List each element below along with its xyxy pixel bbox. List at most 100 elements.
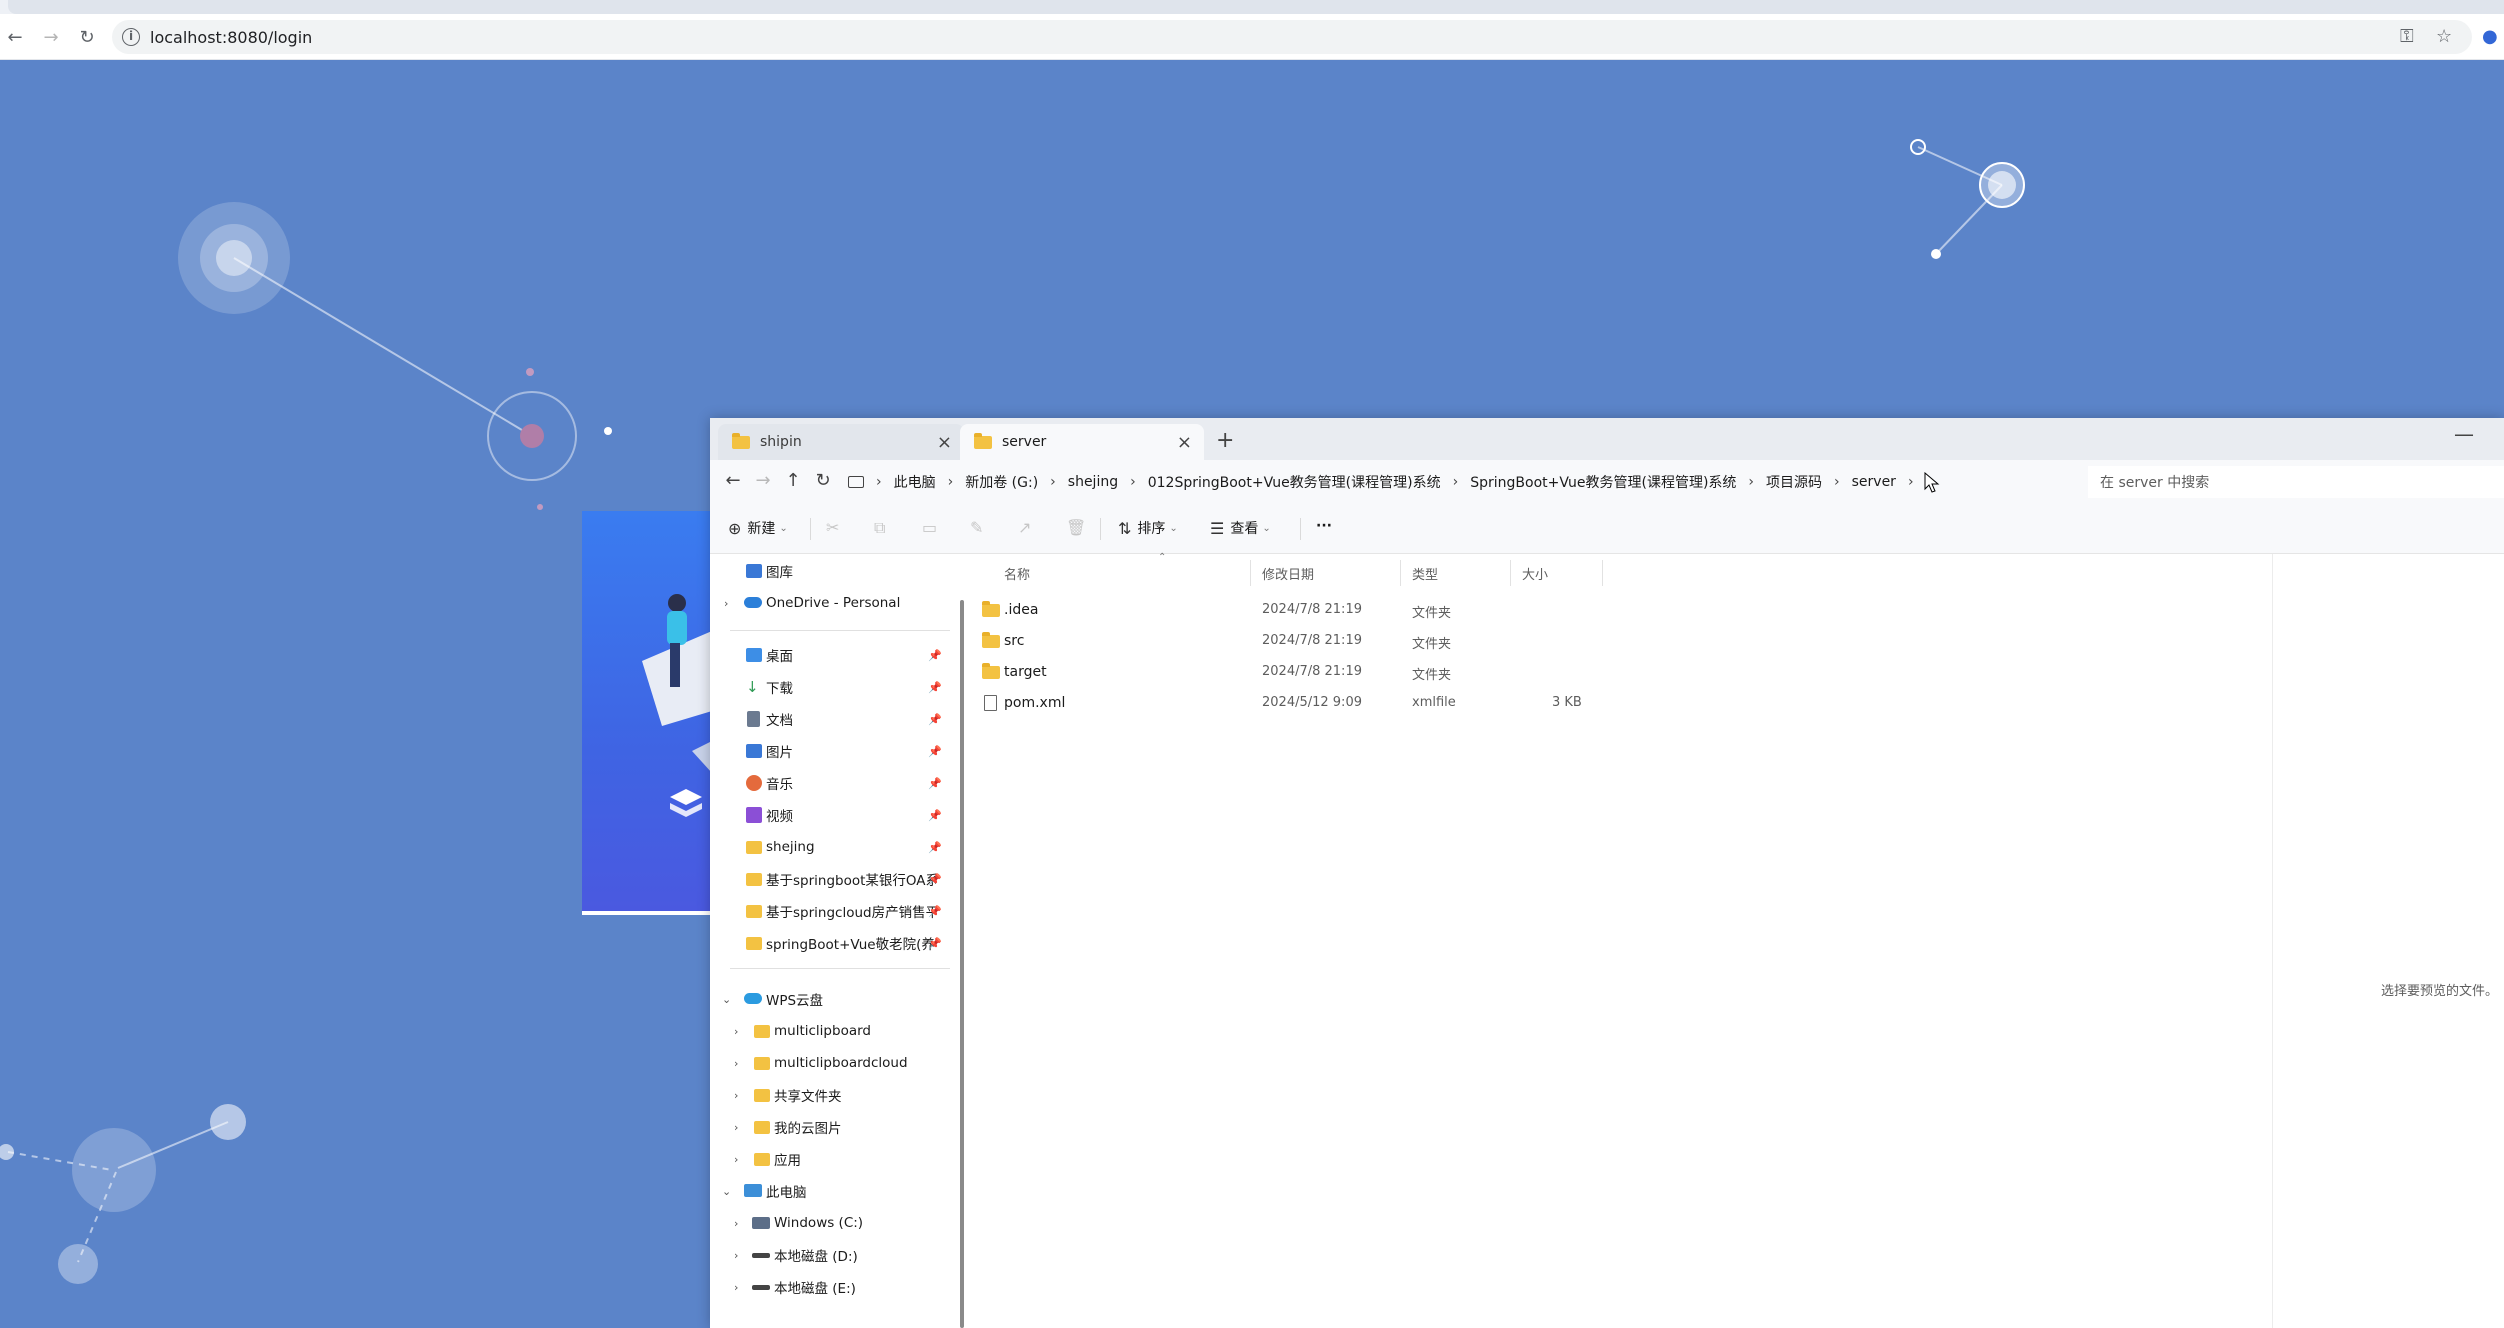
chevron-right-icon[interactable]: › bbox=[734, 1153, 738, 1166]
nav-item-gallery[interactable]: 图库 bbox=[710, 556, 954, 586]
breadcrumb-item[interactable]: SpringBoot+Vue教务管理(课程管理)系统 bbox=[1470, 472, 1736, 492]
pin-icon[interactable]: 📌 bbox=[928, 937, 942, 950]
column-divider[interactable] bbox=[1250, 560, 1251, 586]
chevron-right-icon[interactable]: › bbox=[734, 1089, 738, 1102]
nav-item-pictures[interactable]: 图片 📌 bbox=[710, 736, 954, 766]
nav-item-folder[interactable]: springBoot+Vue敬老院(养老院 📌 bbox=[710, 928, 954, 958]
nav-item-wps-folder[interactable]: › 应用 bbox=[710, 1144, 954, 1174]
back-arrow-icon[interactable]: ← bbox=[720, 470, 746, 494]
more-options-button[interactable]: ··· bbox=[1316, 518, 1332, 534]
pin-icon[interactable]: 📌 bbox=[928, 841, 942, 854]
chevron-right-icon[interactable]: › bbox=[1130, 474, 1136, 490]
breadcrumb-item[interactable]: shejing bbox=[1068, 474, 1118, 490]
chevron-right-icon[interactable]: › bbox=[1050, 474, 1056, 490]
nav-item-folder[interactable]: 基于springcloud房产销售平台 📌 bbox=[710, 896, 954, 926]
column-header-type[interactable]: 类型 bbox=[1412, 564, 1438, 586]
nav-item-videos[interactable]: 视频 📌 bbox=[710, 800, 954, 830]
pin-icon[interactable]: 📌 bbox=[928, 649, 942, 662]
close-icon[interactable]: × bbox=[1177, 432, 1192, 453]
copy-icon[interactable]: ⧉ bbox=[874, 518, 885, 538]
breadcrumb[interactable]: › 此电脑 › 新加卷 (G:) › shejing › 012SpringBo… bbox=[844, 466, 2014, 498]
bookmark-star-icon[interactable]: ☆ bbox=[2436, 26, 2452, 47]
chevron-right-icon[interactable]: › bbox=[1453, 474, 1459, 490]
nav-item-drive[interactable]: › Windows (C:) bbox=[710, 1208, 954, 1238]
nav-scrollbar[interactable] bbox=[960, 600, 964, 1328]
forward-arrow-icon[interactable]: → bbox=[750, 470, 776, 494]
up-arrow-icon[interactable]: ↑ bbox=[780, 470, 806, 494]
explorer-tab-shipin[interactable]: shipin × bbox=[718, 424, 964, 460]
nav-item-onedrive[interactable]: › OneDrive - Personal bbox=[710, 588, 954, 618]
new-tab-plus-icon[interactable]: + bbox=[1216, 428, 1234, 453]
breadcrumb-item[interactable]: 项目源码 bbox=[1766, 472, 1822, 492]
nav-item-desktop[interactable]: 桌面 📌 bbox=[710, 640, 954, 670]
nav-item-wps-folder[interactable]: › 我的云图片 bbox=[710, 1112, 954, 1142]
chevron-right-icon[interactable]: › bbox=[734, 1217, 738, 1230]
nav-item-drive[interactable]: › 本地磁盘 (E:) bbox=[710, 1272, 954, 1302]
address-bar[interactable]: i localhost:8080/login bbox=[112, 20, 2472, 54]
profile-icon[interactable]: ● bbox=[2482, 26, 2498, 47]
pin-icon[interactable]: 📌 bbox=[928, 713, 942, 726]
column-divider[interactable] bbox=[1400, 560, 1401, 586]
pin-icon[interactable]: 📌 bbox=[928, 777, 942, 790]
forward-arrow-icon[interactable]: → bbox=[40, 26, 62, 48]
close-icon[interactable]: × bbox=[937, 432, 952, 453]
column-divider[interactable] bbox=[1510, 560, 1511, 586]
breadcrumb-item[interactable]: 012SpringBoot+Vue教务管理(课程管理)系统 bbox=[1148, 472, 1441, 492]
nav-item-shejing[interactable]: shejing 📌 bbox=[710, 832, 954, 862]
chevron-right-icon[interactable]: › bbox=[1908, 474, 1914, 490]
nav-item-wps-folder[interactable]: › 共享文件夹 bbox=[710, 1080, 954, 1110]
chevron-right-icon[interactable]: › bbox=[734, 1121, 738, 1134]
search-input[interactable]: 在 server 中搜索 bbox=[2088, 466, 2504, 498]
site-info-icon[interactable]: i bbox=[122, 28, 140, 46]
delete-icon[interactable]: 🗑 bbox=[1066, 518, 1086, 537]
view-button[interactable]: ☰ 查看 ⌄ bbox=[1210, 518, 1271, 538]
password-key-icon[interactable]: ⚿ bbox=[2400, 26, 2414, 47]
nav-item-wps-folder[interactable]: › multiclipboard bbox=[710, 1016, 954, 1046]
back-arrow-icon[interactable]: ← bbox=[4, 26, 26, 48]
pin-icon[interactable]: 📌 bbox=[928, 873, 942, 886]
new-button[interactable]: ⊕ 新建 ⌄ bbox=[728, 518, 788, 538]
chevron-right-icon[interactable]: › bbox=[734, 1057, 738, 1070]
nav-item-music[interactable]: 音乐 📌 bbox=[710, 768, 954, 798]
pin-icon[interactable]: 📌 bbox=[928, 905, 942, 918]
minimize-icon[interactable]: — bbox=[2454, 422, 2474, 446]
column-header-size[interactable]: 大小 bbox=[1522, 564, 1548, 586]
chevron-right-icon[interactable]: › bbox=[734, 1025, 738, 1038]
nav-item-folder[interactable]: 基于springboot某银行OA系统 📌 bbox=[710, 864, 954, 894]
column-divider[interactable] bbox=[1602, 560, 1603, 586]
nav-item-this-pc[interactable]: ⌄ 此电脑 bbox=[710, 1176, 954, 1206]
breadcrumb-item[interactable]: server bbox=[1852, 474, 1896, 490]
reload-icon[interactable]: ↻ bbox=[76, 26, 98, 48]
nav-item-drive[interactable]: › 本地磁盘 (D:) bbox=[710, 1240, 954, 1270]
table-row[interactable]: .idea 2024/7/8 21:19 文件夹 bbox=[982, 596, 2182, 626]
breadcrumb-item[interactable]: 此电脑 bbox=[894, 472, 936, 492]
chevron-right-icon[interactable]: › bbox=[734, 1249, 738, 1262]
pin-icon[interactable]: 📌 bbox=[928, 745, 942, 758]
chevron-down-icon[interactable]: ⌄ bbox=[722, 1185, 731, 1198]
cut-icon[interactable]: ✂ bbox=[826, 518, 839, 537]
column-header-name[interactable]: 名称 bbox=[1004, 564, 1030, 586]
chevron-right-icon[interactable]: › bbox=[948, 474, 954, 490]
paste-icon[interactable]: ▭ bbox=[922, 518, 937, 537]
pin-icon[interactable]: 📌 bbox=[928, 809, 942, 822]
chevron-right-icon[interactable]: › bbox=[734, 1281, 738, 1294]
nav-item-downloads[interactable]: ↓ 下载 📌 bbox=[710, 672, 954, 702]
chevron-right-icon[interactable]: › bbox=[876, 474, 882, 490]
chevron-right-icon[interactable]: › bbox=[1834, 474, 1840, 490]
breadcrumb-item[interactable]: 新加卷 (G:) bbox=[965, 472, 1038, 492]
column-header-modified[interactable]: 修改日期 bbox=[1262, 564, 1314, 586]
chevron-down-icon[interactable]: ⌄ bbox=[722, 993, 731, 1006]
table-row[interactable]: src 2024/7/8 21:19 文件夹 bbox=[982, 627, 2182, 657]
table-row[interactable]: pom.xml 2024/5/12 9:09 xmlfile 3 KB bbox=[982, 689, 2182, 719]
share-icon[interactable]: ↗ bbox=[1018, 518, 1031, 537]
refresh-icon[interactable]: ↻ bbox=[810, 470, 836, 494]
chevron-right-icon[interactable]: › bbox=[724, 597, 728, 610]
table-row[interactable]: target 2024/7/8 21:19 文件夹 bbox=[982, 658, 2182, 688]
chevron-right-icon[interactable]: › bbox=[1748, 474, 1754, 490]
explorer-tab-server[interactable]: server × bbox=[960, 424, 1204, 460]
sort-button[interactable]: ⇅ 排序 ⌄ bbox=[1118, 518, 1178, 538]
nav-item-wps-folder[interactable]: › multiclipboardcloud bbox=[710, 1048, 954, 1078]
rename-icon[interactable]: ✎ bbox=[970, 518, 983, 537]
nav-item-wps-cloud[interactable]: ⌄ WPS云盘 bbox=[710, 984, 954, 1014]
pin-icon[interactable]: 📌 bbox=[928, 681, 942, 694]
